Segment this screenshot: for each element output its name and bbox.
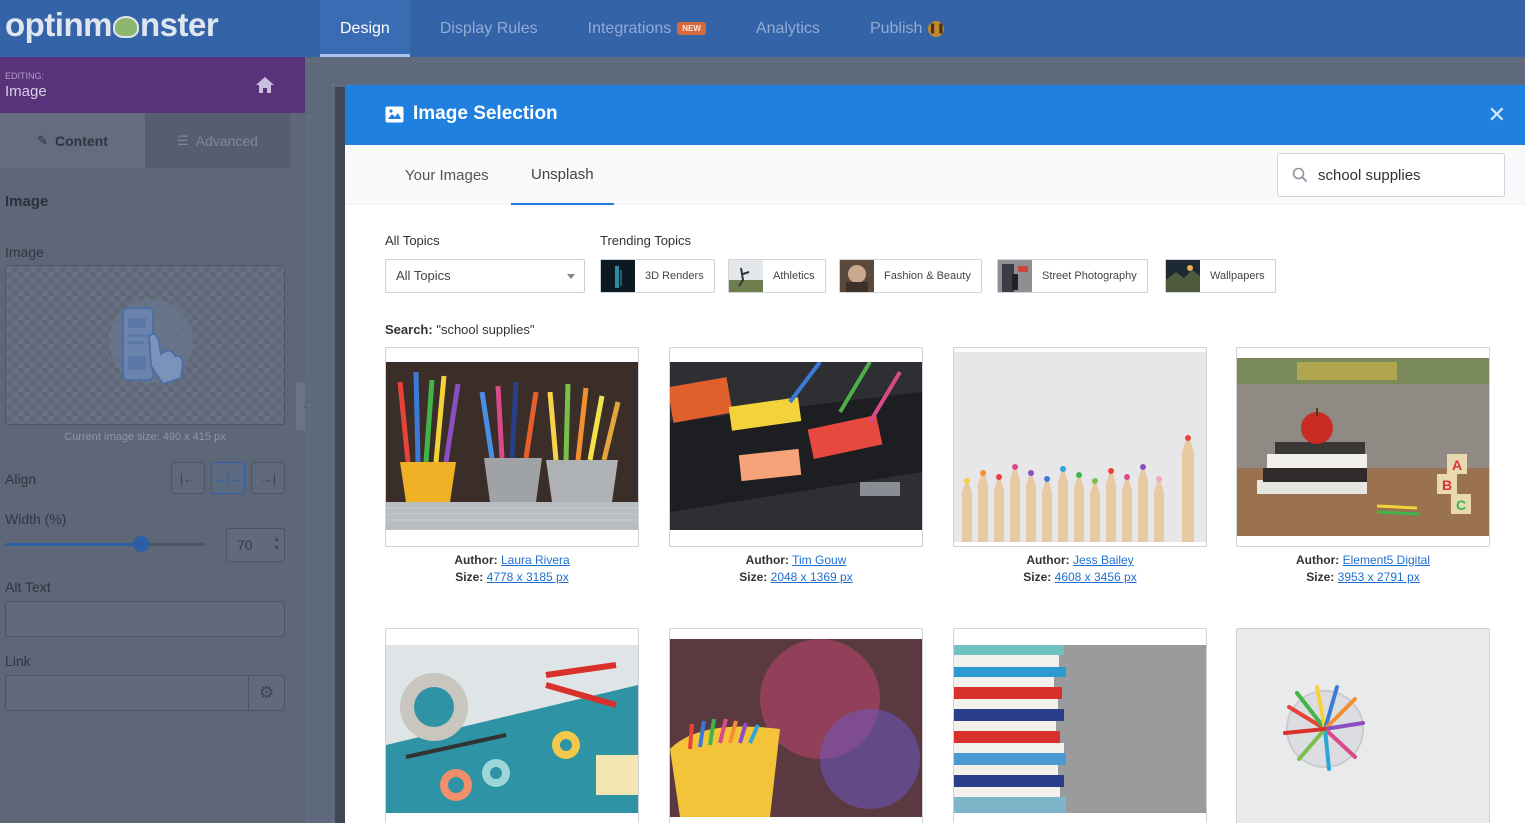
editor-sidebar: EDITING: Image ✎ Content ☰ Advanced Image … [0, 57, 305, 823]
alt-text-label: Alt Text [5, 579, 51, 595]
book-stack-photo [954, 645, 1206, 813]
fashion-beauty-thumbnail [840, 260, 874, 292]
trending-street-photography[interactable]: Street Photography [997, 259, 1148, 293]
width-slider-fill [5, 543, 141, 546]
width-label: Width (%) [5, 511, 67, 527]
trending-3d-renders[interactable]: 3D Renders [600, 259, 715, 293]
result-meta-1: Author: Laura Rivera Size: 4778 x 3185 p… [454, 553, 570, 584]
image-icon [385, 106, 404, 122]
trending-wallpapers[interactable]: Wallpapers [1165, 259, 1276, 293]
image-label: Image [5, 244, 44, 260]
wallpapers-thumbnail [1166, 260, 1200, 292]
monster-logo-icon [112, 16, 139, 38]
unsplash-search [1277, 153, 1505, 197]
athletics-thumbnail [729, 260, 763, 292]
nav-publish[interactable]: Publish ❚❚ [850, 0, 964, 57]
size-link[interactable]: 3953 x 2791 px [1338, 570, 1420, 584]
author-link[interactable]: Element5 Digital [1343, 553, 1430, 567]
street-photography-thumbnail [998, 260, 1032, 292]
image-selection-modal: Image Selection ✕ Your Images Unsplash A… [345, 85, 1525, 823]
chevron-down-icon [567, 274, 575, 279]
sliders-icon: ☰ [177, 132, 189, 148]
result-card-5[interactable] [385, 628, 639, 823]
topics-dropdown[interactable]: All Topics [385, 259, 585, 293]
width-slider-handle[interactable] [133, 536, 149, 552]
align-center-button[interactable]: →|← [211, 462, 245, 494]
search-input[interactable] [1318, 166, 1498, 184]
result-card-1[interactable] [385, 347, 639, 547]
size-link[interactable]: 4608 x 3456 px [1055, 570, 1137, 584]
close-icon[interactable]: ✕ [1488, 104, 1506, 126]
result-card-2[interactable] [669, 347, 923, 547]
result-meta-4: Author: Element5 Digital Size: 3953 x 27… [1295, 553, 1431, 584]
svg-text:C: C [1456, 497, 1466, 513]
all-topics-label: All Topics [385, 233, 440, 248]
trending-topics-label: Trending Topics [600, 233, 692, 248]
search-result-caption: Search: "school supplies" [385, 322, 535, 337]
nav-analytics[interactable]: Analytics [736, 0, 840, 57]
result-card-8[interactable] [1236, 628, 1490, 823]
3d-renders-thumbnail [601, 260, 635, 292]
nav-integrations[interactable]: Integrations NEW [568, 0, 726, 57]
tab-your-images[interactable]: Your Images [385, 145, 509, 205]
pencil-icon: ✎ [37, 132, 48, 148]
colored-pencils-photo [954, 352, 1206, 542]
nav-display-rules[interactable]: Display Rules [420, 0, 558, 57]
top-bar: optinm nster Design Display Rules Integra… [0, 0, 1525, 57]
tab-content[interactable]: ✎ Content [0, 113, 145, 168]
svg-text:A: A [1452, 457, 1462, 473]
gear-icon[interactable]: ⚙ [248, 676, 284, 710]
align-label: Align [5, 471, 37, 487]
image-dropzone[interactable] [5, 265, 285, 425]
image-placeholder-icon [109, 299, 193, 386]
nav-design[interactable]: Design [320, 0, 410, 57]
editing-header: EDITING: Image [0, 57, 305, 113]
stepper-icon[interactable]: ▲ ▼ [273, 535, 280, 553]
pause-status-icon: ❚❚ [928, 20, 945, 37]
result-meta-3: Author: Jess Bailey Size: 4608 x 3456 px [1023, 553, 1137, 584]
current-image-size: Current image size: 490 x 415 px [64, 431, 226, 443]
editor-tabs: ✎ Content ☰ Advanced [0, 113, 305, 168]
section-title: Image [5, 193, 49, 210]
width-number-input[interactable]: 70 ▲ ▼ [226, 528, 285, 562]
tape-and-scissors-photo [386, 645, 638, 813]
size-link[interactable]: 4778 x 3185 px [487, 570, 569, 584]
tab-advanced[interactable]: ☰ Advanced [145, 113, 290, 168]
trending-fashion-beauty[interactable]: Fashion & Beauty [839, 259, 982, 293]
trending-athletics[interactable]: Athletics [728, 259, 826, 293]
new-badge: NEW [677, 22, 706, 35]
author-link[interactable]: Jess Bailey [1073, 553, 1134, 567]
optinmonster-logo[interactable]: optinm nster [5, 6, 219, 44]
result-card-6[interactable] [669, 628, 923, 823]
link-label: Link [5, 653, 31, 669]
align-controls: |← →|← →| [171, 462, 285, 494]
result-card-4[interactable]: A B C [1236, 347, 1490, 547]
crayons-cup-photo [670, 639, 922, 817]
search-icon [1292, 167, 1308, 183]
align-right-button[interactable]: →| [251, 462, 285, 494]
author-link[interactable]: Laura Rivera [501, 553, 570, 567]
result-card-3[interactable] [953, 347, 1207, 547]
pencil-cup-topdown-photo [1237, 629, 1489, 823]
modal-title: Image Selection [385, 103, 558, 125]
alt-text-field[interactable] [5, 601, 285, 637]
align-left-button[interactable]: |← [171, 462, 205, 494]
svg-text:B: B [1442, 477, 1452, 493]
width-slider[interactable] [5, 536, 205, 552]
link-field[interactable]: ⚙ [5, 675, 285, 711]
result-card-7[interactable] [953, 628, 1207, 823]
apple-on-books-photo: A B C [1237, 358, 1489, 536]
home-icon[interactable] [255, 76, 275, 94]
size-link[interactable]: 2048 x 1369 px [771, 570, 853, 584]
supplies-case-photo [670, 362, 922, 530]
result-meta-2: Author: Tim Gouw Size: 2048 x 1369 px [739, 553, 853, 584]
pencils-in-buckets-photo [386, 362, 638, 530]
modal-header: Image Selection ✕ [345, 85, 1525, 145]
main-nav: Design Display Rules Integrations NEW Ana… [320, 0, 974, 57]
author-link[interactable]: Tim Gouw [792, 553, 846, 567]
tab-unsplash[interactable]: Unsplash [511, 145, 614, 205]
modal-tabs: Your Images Unsplash [345, 145, 1525, 205]
